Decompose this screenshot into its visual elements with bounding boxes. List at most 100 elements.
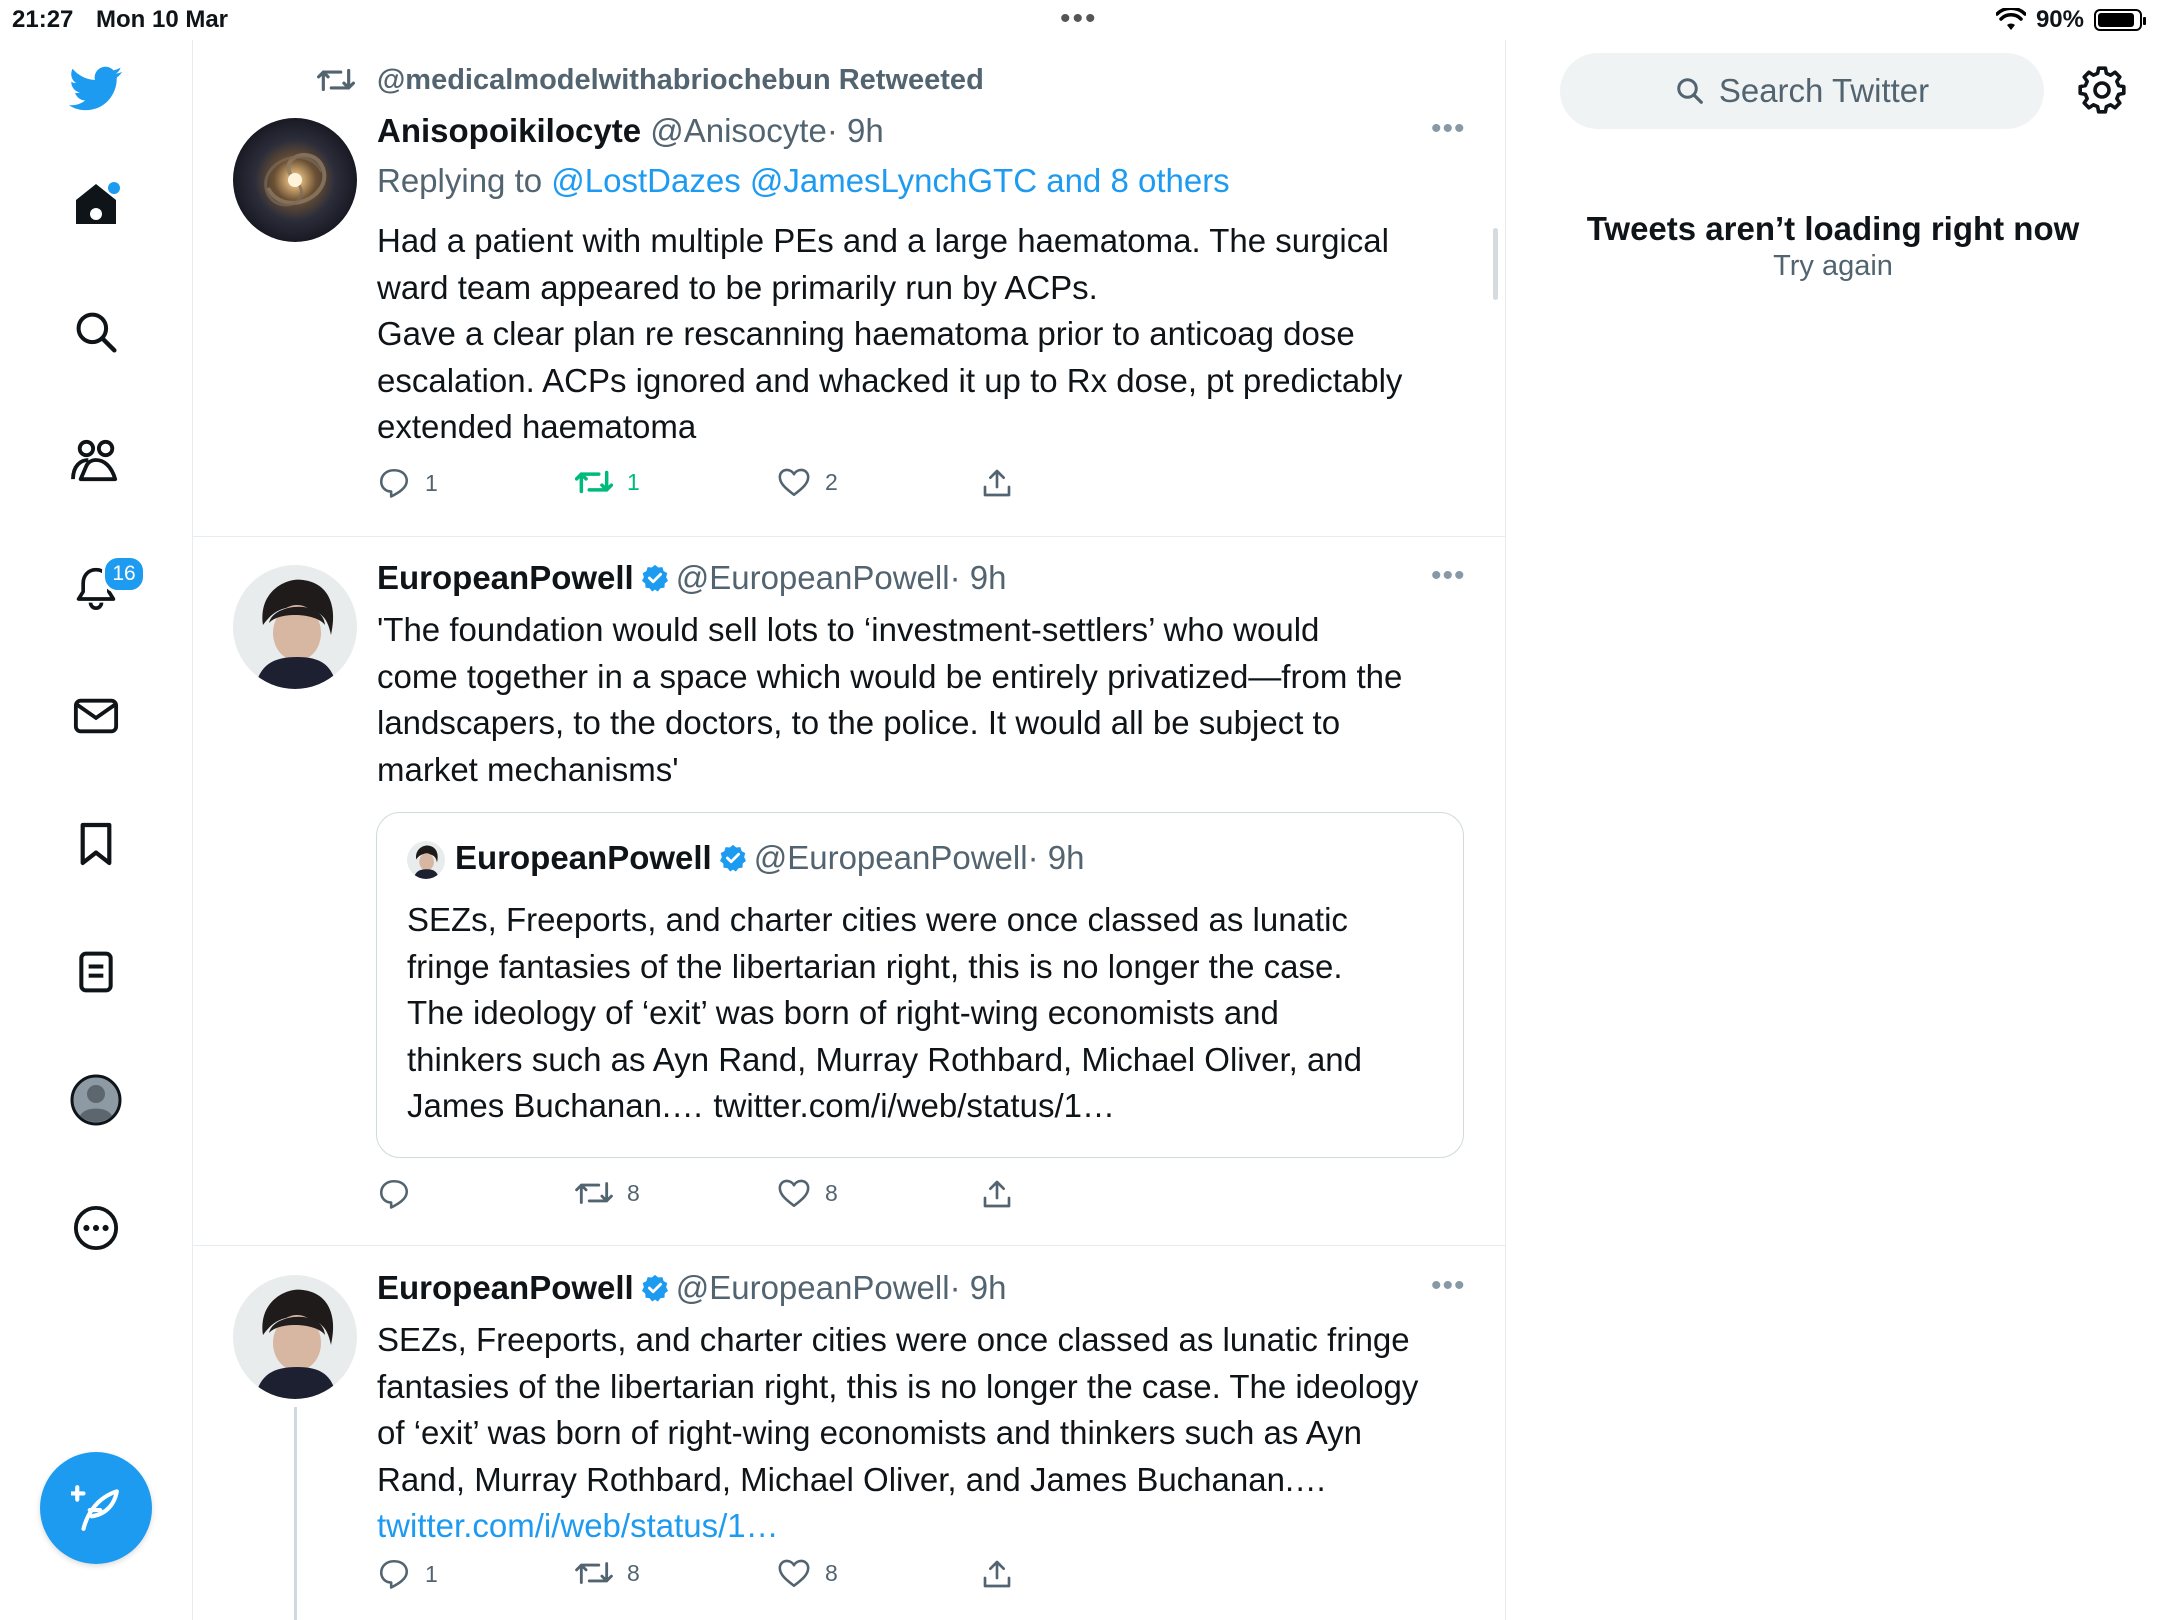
- reply-button[interactable]: 1: [377, 466, 438, 500]
- more-options-icon[interactable]: •••: [1431, 559, 1466, 593]
- person-avatar-image: [255, 579, 337, 689]
- compose-tweet-button[interactable]: [40, 1452, 152, 1564]
- quoted-text-line: James Buchanan.… twitter.com/i/web/statu…: [407, 1087, 1115, 1124]
- tweet-text-line: market mechanisms': [377, 750, 679, 788]
- reply-icon: [379, 1559, 409, 1589]
- retweet-count: 1: [627, 468, 640, 495]
- tweet-text: Had a patient with multiple PEs and a la…: [377, 218, 1457, 451]
- reply-count: 1: [425, 1560, 438, 1587]
- retweet-count: 8: [627, 1179, 640, 1206]
- tweet-text-line: escalation. ACPs ignored and whacked it …: [377, 361, 1403, 399]
- author-name[interactable]: Anisopoikilocyte: [377, 112, 641, 149]
- multitasking-dots-icon[interactable]: •••: [1060, 2, 1098, 36]
- like-button[interactable]: 8: [777, 1557, 838, 1589]
- tweet-text-line: of ‘exit’ was born of right-wing economi…: [377, 1414, 1362, 1451]
- heart-icon: [778, 1179, 810, 1208]
- try-again-link[interactable]: Try again: [1506, 250, 2160, 283]
- tweet-text-line: fantasies of the libertarian right, this…: [377, 1367, 1419, 1405]
- heart-icon: [778, 1559, 810, 1588]
- like-count: 2: [825, 468, 838, 495]
- author-handle[interactable]: @EuropeanPowell: [676, 559, 950, 596]
- reply-icon: [379, 1179, 409, 1209]
- avatar[interactable]: [233, 118, 357, 242]
- timeline: @medicalmodelwithabriochebun Retweeted A…: [193, 40, 1505, 1620]
- retweet-icon: [575, 470, 613, 494]
- reply-count: 1: [425, 469, 438, 496]
- like-count: 8: [825, 1559, 838, 1586]
- tweet-text-line: ward team appeared to be primarily run b…: [377, 268, 1098, 306]
- verified-badge-icon: [641, 564, 668, 592]
- like-button[interactable]: 2: [777, 466, 838, 498]
- share-button[interactable]: [981, 1177, 1013, 1211]
- author-handle[interactable]: @EuropeanPowell: [676, 1269, 950, 1306]
- share-icon: [983, 469, 1011, 497]
- tweet-text: 'The foundation would sell lots to ‘inve…: [377, 607, 1457, 793]
- settings-gear-icon[interactable]: [2078, 66, 2126, 114]
- avatar[interactable]: [233, 1275, 357, 1399]
- author-name[interactable]: EuropeanPowell: [377, 559, 634, 596]
- author-handle[interactable]: @Anisocyte: [650, 112, 827, 149]
- tweet-text-line: Rand, Murray Rothbard, Michael Oliver, a…: [377, 1460, 1328, 1498]
- reply-button[interactable]: [377, 1177, 425, 1211]
- reply-button[interactable]: 1: [377, 1557, 438, 1591]
- tweet-text: SEZs, Freeports, and charter cities were…: [377, 1317, 1457, 1550]
- share-button[interactable]: [981, 466, 1013, 500]
- quoted-tweet[interactable]: EuropeanPowell @EuropeanPowell· 9h SEZs, …: [376, 812, 1464, 1158]
- lists-icon[interactable]: [62, 938, 130, 1006]
- tweet-text-line: come together in a space which would be …: [377, 657, 1403, 695]
- retweeted-by-label[interactable]: @medicalmodelwithabriochebun Retweeted: [377, 64, 984, 97]
- quoted-text-line: fringe fantasies of the libertarian righ…: [407, 947, 1343, 985]
- wifi-icon: [1995, 8, 2026, 30]
- tweet-text-line: landscapers, to the doctors, to the poli…: [377, 704, 1341, 741]
- retweet-count: 8: [627, 1559, 640, 1586]
- status-bar: 21:27 Mon 10 Mar ••• 90%: [0, 0, 2160, 40]
- messages-icon[interactable]: [62, 682, 130, 750]
- quoted-avatar: [407, 841, 445, 879]
- search-input[interactable]: Search Twitter: [1560, 53, 2044, 129]
- quoted-tweet-time: · 9h: [1027, 839, 1085, 876]
- tweet-time[interactable]: · 9h: [950, 1269, 1007, 1306]
- bookmarks-icon[interactable]: [62, 810, 130, 878]
- retweet-button[interactable]: 8: [575, 1557, 640, 1589]
- quoted-text-line: The ideology of ‘exit’ was born of right…: [407, 994, 1279, 1031]
- verified-badge-icon: [719, 844, 746, 872]
- profile-icon[interactable]: [62, 1066, 130, 1134]
- battery-icon: [2094, 9, 2146, 31]
- verified-badge-icon: [641, 1274, 668, 1302]
- reply-icon: [379, 468, 409, 498]
- more-icon[interactable]: [62, 1194, 130, 1262]
- search-icon[interactable]: [62, 298, 130, 366]
- retweet-icon: [317, 68, 355, 92]
- share-button[interactable]: [981, 1557, 1013, 1591]
- sidebar-nav: 16: [0, 0, 192, 1620]
- quoted-text-line: thinkers such as Ayn Rand, Murray Rothba…: [407, 1040, 1363, 1078]
- tweet-time[interactable]: · 9h: [950, 559, 1007, 596]
- replying-to-prefix: Replying to: [377, 162, 543, 199]
- twitter-logo-icon[interactable]: [62, 55, 130, 123]
- tweet-link[interactable]: twitter.com/i/web/status/1…: [377, 1503, 1457, 1550]
- tweet-text-line: SEZs, Freeports, and charter cities were…: [377, 1321, 1410, 1358]
- search-icon: [1677, 78, 1703, 104]
- quoted-author-name: EuropeanPowell: [455, 839, 712, 876]
- quoted-tweet-text: SEZs, Freeports, and charter cities were…: [407, 897, 1447, 1130]
- person-avatar-image: [255, 1289, 337, 1399]
- tweet-text-line: extended haematoma: [377, 408, 697, 445]
- more-options-icon[interactable]: •••: [1431, 112, 1466, 146]
- retweet-button[interactable]: 8: [575, 1177, 640, 1209]
- quoted-author-handle: @EuropeanPowell: [753, 839, 1028, 876]
- more-options-icon[interactable]: •••: [1431, 1269, 1466, 1303]
- quoted-text-line: SEZs, Freeports, and charter cities were…: [407, 901, 1348, 938]
- home-icon[interactable]: [62, 170, 130, 238]
- avatar[interactable]: [233, 565, 357, 689]
- retweet-button[interactable]: 1: [575, 466, 640, 498]
- tweet[interactable]: @medicalmodelwithabriochebun Retweeted A…: [193, 40, 1505, 536]
- like-count: 8: [825, 1179, 838, 1206]
- replying-to-users[interactable]: @LostDazes @JamesLynchGTC and 8 others: [551, 162, 1229, 199]
- communities-icon[interactable]: [62, 426, 130, 494]
- tweet[interactable]: EuropeanPowell @EuropeanPowell· 9h ••• SE…: [193, 1247, 1505, 1620]
- tweet-time[interactable]: · 9h: [827, 112, 884, 149]
- like-button[interactable]: 8: [777, 1177, 838, 1209]
- tweet-text-line: 'The foundation would sell lots to ‘inve…: [377, 611, 1320, 648]
- author-name[interactable]: EuropeanPowell: [377, 1269, 634, 1306]
- tweet[interactable]: EuropeanPowell @EuropeanPowell· 9h ••• 'T…: [193, 537, 1505, 1250]
